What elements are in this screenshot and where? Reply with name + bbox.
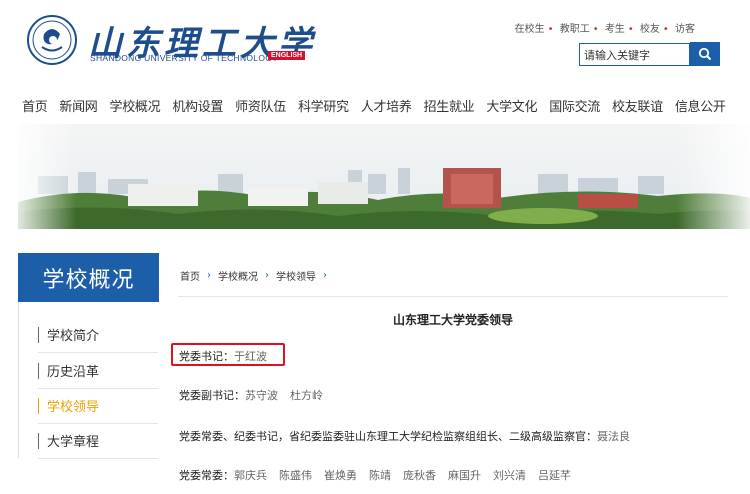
role-label: 党委常委： xyxy=(179,469,234,482)
person-name: 庞秋香 xyxy=(403,469,436,482)
nav-item-overview[interactable]: 学校概况 xyxy=(104,96,167,115)
nav-item-research[interactable]: 科学研究 xyxy=(292,96,355,115)
sidebar-item-label: 学校简介 xyxy=(47,329,100,344)
campus-banner-image xyxy=(18,124,750,229)
university-emblem-icon[interactable] xyxy=(26,14,78,66)
person-name: 于红波 xyxy=(234,350,267,363)
top-links: 在校生 • 教职工 • 考生 • 校友 • 访客 xyxy=(514,24,695,35)
chevron-right-icon: › xyxy=(207,270,211,281)
role-label: 党委副书记： xyxy=(179,389,245,402)
sidebar-item-history[interactable]: 历史沿革 xyxy=(38,353,158,389)
nav-item-faculty[interactable]: 师资队伍 xyxy=(229,96,292,115)
search-input[interactable]: 请输入关键字 xyxy=(579,43,690,66)
nav-item-admissions[interactable]: 招生就业 xyxy=(418,96,481,115)
nav-item-disclosure[interactable]: 信息公开 xyxy=(669,96,732,115)
leader-row-deputy-secretary: 党委副书记：苏守波 杜方岭 xyxy=(179,387,323,403)
nav-item-international[interactable]: 国际交流 xyxy=(543,96,606,115)
sidebar-item-intro[interactable]: 学校简介 xyxy=(38,317,158,353)
header: 山东理工大学 SHANDONG UNIVERSITY OF TECHNOLOGY… xyxy=(0,0,750,85)
nav-item-home[interactable]: 首页 xyxy=(16,96,53,115)
top-link-alumni[interactable]: 校友 xyxy=(640,24,660,35)
role-label: 党委书记： xyxy=(179,350,234,363)
sidebar-item-leadership[interactable]: 学校领导 xyxy=(38,388,158,424)
sidebar-item-label: 历史沿革 xyxy=(47,365,100,380)
page-title: 山东理工大学党委领导 xyxy=(392,313,513,327)
nav-item-culture[interactable]: 大学文化 xyxy=(480,96,543,115)
logo-english-name: SHANDONG UNIVERSITY OF TECHNOLOGY xyxy=(90,53,279,63)
top-link-visitors[interactable]: 访客 xyxy=(675,24,695,35)
leader-row-standing-committee: 党委常委：郭庆兵 陈盛伟 崔焕勇 陈靖 庞秋香 麻国升 刘兴清 吕延芊 xyxy=(179,467,571,483)
nav-item-organization[interactable]: 机构设置 xyxy=(166,96,229,115)
top-link-students[interactable]: 在校生 xyxy=(515,24,545,35)
leader-row-secretary: 党委书记：于红波 xyxy=(179,348,267,364)
sidebar-item-label: 大学章程 xyxy=(47,435,100,450)
top-link-applicants[interactable]: 考生 xyxy=(605,24,625,35)
sidebar-title: 学校概况 xyxy=(18,253,159,302)
divider-bar xyxy=(38,432,39,449)
person-name: 陈盛伟 xyxy=(279,469,312,482)
person-name: 杜方岭 xyxy=(290,389,323,402)
nav-item-alumni[interactable]: 校友联谊 xyxy=(606,96,669,115)
english-button[interactable]: ENGLISH xyxy=(268,51,306,60)
divider-bar xyxy=(38,397,39,414)
person-name: 苏守波 xyxy=(245,389,278,402)
chevron-right-icon: › xyxy=(265,270,269,281)
divider-bar xyxy=(38,326,39,343)
breadcrumb-overview[interactable]: 学校概况 xyxy=(218,268,258,283)
person-name: 陈靖 xyxy=(369,469,391,482)
nav-item-education[interactable]: 人才培养 xyxy=(355,96,418,115)
sidebar-item-label: 学校领导 xyxy=(47,400,100,415)
main-nav: 首页 新闻网 学校概况 机构设置 师资队伍 科学研究 人才培养 招生就业 大学文… xyxy=(0,88,750,122)
sidebar-item-charter[interactable]: 大学章程 xyxy=(38,423,158,459)
chevron-right-icon: › xyxy=(323,270,327,281)
person-name: 聂法良 xyxy=(597,430,630,443)
divider-bar xyxy=(38,362,39,379)
magnifier-icon xyxy=(698,47,712,61)
top-link-staff[interactable]: 教职工 xyxy=(560,24,590,35)
leader-row-discipline-secretary: 党委常委、纪委书记，省纪委监委驻山东理工大学纪检监察组组长、二级高级监察官：聂法… xyxy=(179,428,630,444)
person-name: 刘兴清 xyxy=(493,469,526,482)
breadcrumb-home[interactable]: 首页 xyxy=(180,268,200,283)
nav-item-news[interactable]: 新闻网 xyxy=(53,96,103,115)
role-label: 党委常委、纪委书记，省纪委监委驻山东理工大学纪检监察组组长、二级高级监察官： xyxy=(179,430,597,443)
breadcrumb: 首页 › 学校概况 › 学校领导 › xyxy=(180,268,334,283)
search-button[interactable] xyxy=(690,42,720,66)
person-name: 郭庆兵 xyxy=(234,469,267,482)
divider xyxy=(178,296,728,297)
person-name: 崔焕勇 xyxy=(324,469,357,482)
person-name: 吕延芊 xyxy=(538,469,571,482)
breadcrumb-leadership[interactable]: 学校领导 xyxy=(276,268,316,283)
person-name: 麻国升 xyxy=(448,469,481,482)
